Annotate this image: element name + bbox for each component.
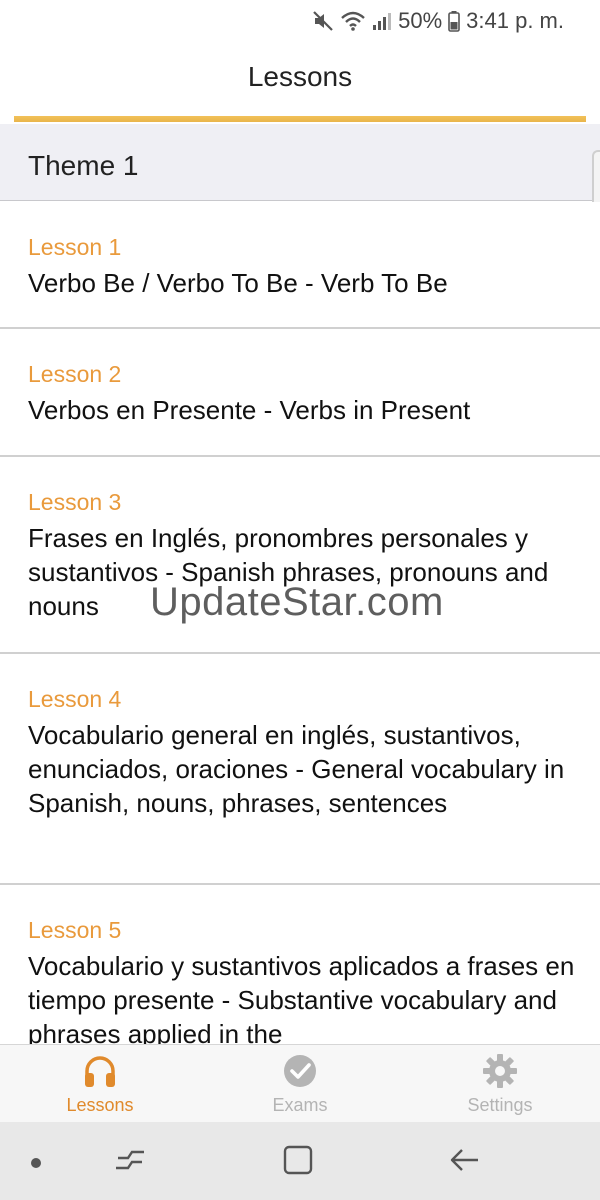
recent-apps-icon[interactable] <box>114 1144 146 1181</box>
lesson-item-4[interactable]: Lesson 4 Vocabulario general en inglés, … <box>0 654 600 885</box>
bottom-tab-bar: Lessons Exams Settings <box>0 1044 600 1123</box>
page-title: Lessons <box>247 61 353 92</box>
dot-indicator-icon[interactable] <box>30 1156 42 1174</box>
tab-label: Exams <box>272 1095 328 1115</box>
tab-lessons[interactable]: Lessons <box>0 1045 200 1123</box>
battery-percent: 50% <box>398 8 443 33</box>
lesson-label: Lesson 4 <box>28 686 122 712</box>
mute-icon <box>312 10 334 32</box>
tab-label: Lessons <box>66 1095 134 1115</box>
lesson-description: Verbo Be / Verbo To Be - Verb To Be <box>28 268 448 298</box>
status-bar: 50% 3:41 p. m. <box>0 0 600 40</box>
lesson-item-2[interactable]: Lesson 2 Verbos en Presente - Verbs in P… <box>0 329 600 457</box>
tab-exams[interactable]: Exams <box>200 1045 400 1123</box>
signal-icon <box>372 10 392 32</box>
clock: 3:41 p. m. <box>466 8 564 33</box>
watermark: UpdateStar.com <box>150 580 444 624</box>
wifi-icon <box>340 10 366 32</box>
gear-icon <box>482 1053 518 1089</box>
lesson-description: Vocabulario general en inglés, sustantiv… <box>28 720 565 818</box>
lesson-description: Vocabulario y sustantivos aplicados a fr… <box>28 951 575 1044</box>
status-icons: 50% 3:41 p. m. <box>312 6 564 36</box>
lesson-label: Lesson 3 <box>28 489 122 515</box>
lesson-item-5[interactable]: Lesson 5 Vocabulario y sustantivos aplic… <box>0 885 600 1044</box>
lesson-item-1[interactable]: Lesson 1 Verbo Be / Verbo To Be - Verb T… <box>0 202 600 329</box>
lesson-label: Lesson 1 <box>28 234 122 260</box>
tab-settings[interactable]: Settings <box>400 1045 600 1123</box>
headphones-icon <box>82 1053 118 1089</box>
lessons-list[interactable]: Theme 1 Lesson 1 Verbo Be / Verbo To Be … <box>0 114 600 1044</box>
checkmark-circle-icon <box>282 1053 318 1089</box>
accent-bar <box>14 116 586 122</box>
battery-icon <box>448 10 460 32</box>
theme-title: Theme 1 <box>28 150 139 181</box>
home-icon[interactable] <box>282 1144 314 1181</box>
lesson-description: Verbos en Presente - Verbs in Present <box>28 395 471 425</box>
system-nav-bar <box>0 1122 600 1200</box>
app-header: Lessons <box>0 40 600 115</box>
tab-label: Settings <box>467 1095 533 1115</box>
lesson-label: Lesson 5 <box>28 917 122 943</box>
lesson-label: Lesson 2 <box>28 361 122 387</box>
theme-section-header: Theme 1 <box>0 124 600 201</box>
back-icon[interactable] <box>448 1144 482 1181</box>
